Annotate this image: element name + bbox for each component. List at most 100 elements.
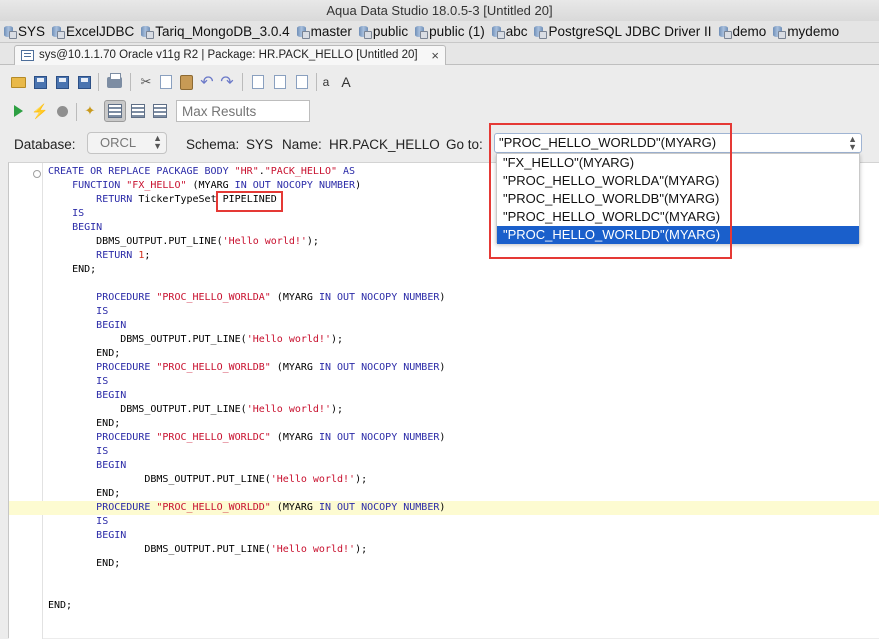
database-connection-icon bbox=[718, 25, 732, 39]
execute-button[interactable] bbox=[8, 101, 28, 121]
bookmark-item[interactable]: SYS bbox=[4, 21, 45, 42]
code-token: 'Hello world!' bbox=[246, 404, 331, 415]
disk-icon bbox=[77, 75, 91, 89]
text-results-button[interactable] bbox=[128, 101, 148, 121]
code-line: BEGIN bbox=[9, 459, 879, 473]
tab-label: sys@10.1.1.70 Oracle v11g R2 | Package: … bbox=[39, 49, 418, 61]
replace-icon bbox=[274, 75, 286, 89]
bookmark-item[interactable]: abc bbox=[491, 21, 527, 42]
find-button[interactable] bbox=[248, 72, 268, 92]
goto-label: Go to: bbox=[446, 137, 483, 152]
goto-dropdown-list: "FX_HELLO"(MYARG) "PROC_HELLO_WORLDA"(MYA… bbox=[496, 153, 860, 244]
scissors-icon: ✂ bbox=[140, 74, 152, 89]
tab-untitled-20[interactable]: sys@10.1.1.70 Oracle v11g R2 | Package: … bbox=[14, 45, 446, 65]
code-token: DBMS_OUTPUT.PUT_LINE( bbox=[48, 236, 223, 247]
debug-button[interactable]: ✦ bbox=[80, 101, 100, 121]
goto-line-button[interactable] bbox=[292, 72, 312, 92]
goto-option[interactable]: "PROC_HELLO_WORLDB"(MYARG) bbox=[497, 190, 859, 208]
bookmark-label: mydemo bbox=[787, 24, 840, 39]
code-token: ) bbox=[439, 502, 446, 513]
code-token: ; bbox=[144, 250, 151, 261]
close-icon[interactable]: × bbox=[431, 46, 439, 65]
execute-current-button[interactable]: ⚡ bbox=[30, 101, 50, 121]
find-icon bbox=[252, 75, 264, 89]
grid-results-button[interactable] bbox=[104, 100, 126, 122]
code-token: "PROC_HELLO_WORLDA" bbox=[156, 292, 271, 303]
bookmark-item[interactable]: mydemo bbox=[773, 21, 839, 42]
find-replace-button[interactable] bbox=[270, 72, 290, 92]
increase-font-button[interactable]: A bbox=[336, 72, 356, 92]
code-token: END; bbox=[48, 488, 121, 499]
bookmark-item[interactable]: public (1) bbox=[415, 21, 485, 42]
select-arrows-icon: ▲ ▼ bbox=[848, 134, 857, 152]
bookmark-label: SYS bbox=[18, 24, 46, 39]
main-toolbar: ✂ ↶ ↷ a A bbox=[0, 66, 879, 96]
cut-button[interactable]: ✂ bbox=[136, 72, 156, 92]
open-folder-button[interactable] bbox=[8, 72, 28, 92]
goto-option[interactable]: "PROC_HELLO_WORLDA"(MYARG) bbox=[497, 172, 859, 190]
code-token: DBMS_OUTPUT.PUT_LINE( bbox=[48, 404, 247, 415]
code-token: FUNCTION bbox=[72, 180, 127, 191]
toolbar-separator bbox=[98, 73, 99, 91]
bookmark-item[interactable]: demo bbox=[718, 21, 766, 42]
font-decrease-icon: a bbox=[322, 75, 330, 89]
code-token: (MYARG bbox=[270, 292, 319, 303]
code-token: "HR" bbox=[234, 166, 259, 177]
max-results-input[interactable] bbox=[176, 100, 310, 122]
results-options-button[interactable] bbox=[150, 101, 170, 121]
code-token: ) bbox=[439, 362, 446, 373]
goto-option[interactable]: "PROC_HELLO_WORLDC"(MYARG) bbox=[497, 208, 859, 226]
goto-option[interactable]: "FX_HELLO"(MYARG) bbox=[497, 154, 859, 172]
decrease-font-button[interactable]: a bbox=[316, 72, 336, 92]
copy-button[interactable] bbox=[156, 72, 176, 92]
bookmark-item[interactable]: master bbox=[296, 21, 352, 42]
code-line: RETURN 1; bbox=[9, 249, 879, 263]
bookmark-item[interactable]: PostgreSQL JDBC Driver II bbox=[534, 21, 712, 42]
code-token: END; bbox=[48, 558, 121, 569]
code-line: DBMS_OUTPUT.PUT_LINE('Hello world!'); bbox=[9, 473, 879, 487]
redo-icon: ↷ bbox=[220, 74, 234, 91]
code-token: BEGIN bbox=[96, 460, 127, 471]
goto-option[interactable]: "PROC_HELLO_WORLDD"(MYARG) bbox=[497, 226, 859, 244]
save-as-button[interactable] bbox=[52, 72, 72, 92]
code-token: PIPELINED bbox=[222, 194, 277, 205]
code-token: DBMS_OUTPUT.PUT_LINE( bbox=[48, 334, 247, 345]
stop-button[interactable] bbox=[52, 101, 72, 121]
save-button[interactable] bbox=[30, 72, 50, 92]
database-connection-icon bbox=[491, 25, 505, 39]
folder-icon bbox=[10, 76, 26, 88]
options-icon bbox=[153, 104, 167, 118]
bookmark-item[interactable]: Tariq_MongoDB_3.0.4 bbox=[141, 21, 290, 42]
code-line: BEGIN bbox=[9, 389, 879, 403]
paste-button[interactable] bbox=[176, 72, 196, 92]
undo-button[interactable]: ↶ bbox=[197, 72, 217, 92]
bookmark-item[interactable]: ExcelJDBC bbox=[52, 21, 134, 42]
code-token: END; bbox=[48, 418, 121, 429]
clipboard-icon bbox=[179, 74, 193, 90]
redo-button[interactable]: ↷ bbox=[217, 72, 237, 92]
sql-editor-icon bbox=[21, 50, 34, 61]
save-all-button[interactable] bbox=[74, 72, 94, 92]
bookmark-item[interactable]: public bbox=[358, 21, 408, 42]
code-token: CREATE OR REPLACE PACKAGE BODY bbox=[48, 166, 235, 177]
font-increase-icon: A bbox=[341, 74, 351, 90]
toolbar-separator bbox=[130, 73, 131, 91]
plug-icon: ✦ bbox=[84, 103, 96, 118]
database-label: Database: bbox=[14, 137, 76, 152]
print-button[interactable] bbox=[104, 72, 124, 92]
database-select[interactable]: ORCL ▲ ▼ bbox=[87, 132, 167, 154]
code-token: IS bbox=[96, 376, 109, 387]
code-token: IN OUT NOCOPY NUMBER bbox=[318, 502, 440, 513]
goto-select[interactable]: "PROC_HELLO_WORLDD"(MYARG) ▲ ▼ bbox=[494, 133, 862, 153]
code-token: ) bbox=[439, 292, 446, 303]
